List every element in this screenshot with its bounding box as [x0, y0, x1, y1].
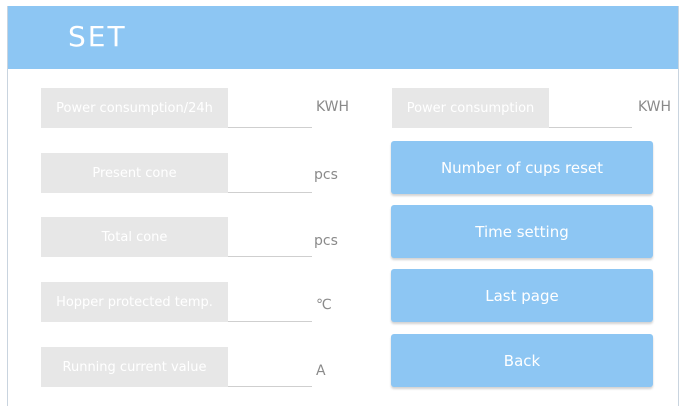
field-power-24h[interactable]: Power consumption/24h KWH — [41, 88, 349, 128]
field-present-cone[interactable]: Present cone pcs — [41, 153, 341, 193]
field-label: Power consumption/24h — [41, 88, 228, 128]
field-underline — [228, 192, 312, 193]
field-label: Present cone — [41, 153, 228, 193]
field-unit: KWH — [638, 99, 672, 115]
field-label: Power consumption — [392, 88, 549, 128]
time-setting-button[interactable]: Time setting — [391, 205, 653, 258]
field-unit: ℃ — [316, 297, 332, 313]
field-total-cone[interactable]: Total cone pcs — [41, 217, 341, 257]
header-bar: SET — [8, 6, 678, 69]
field-unit: KWH — [316, 99, 350, 115]
field-unit: pcs — [314, 167, 338, 183]
field-running-current[interactable]: Running current value A — [41, 347, 341, 387]
field-underline — [228, 127, 312, 128]
field-hopper-temp[interactable]: Hopper protected temp. ℃ — [41, 282, 341, 322]
number-of-cups-reset-button[interactable]: Number of cups reset — [391, 141, 653, 194]
field-label: Running current value — [41, 347, 228, 387]
field-label: Hopper protected temp. — [41, 282, 228, 322]
set-screen: SET Power consumption/24h KWH Present co… — [7, 6, 679, 406]
back-button[interactable]: Back — [391, 334, 653, 387]
field-label: Total cone — [41, 217, 228, 257]
field-underline — [228, 386, 312, 387]
field-unit: pcs — [314, 233, 338, 249]
page-title: SET — [68, 20, 127, 53]
field-underline — [228, 256, 312, 257]
field-unit: A — [316, 363, 326, 379]
field-underline — [228, 321, 312, 322]
last-page-button[interactable]: Last page — [391, 269, 653, 322]
field-power-consumption[interactable]: Power consumption KWH — [392, 88, 677, 128]
field-underline — [549, 127, 632, 128]
